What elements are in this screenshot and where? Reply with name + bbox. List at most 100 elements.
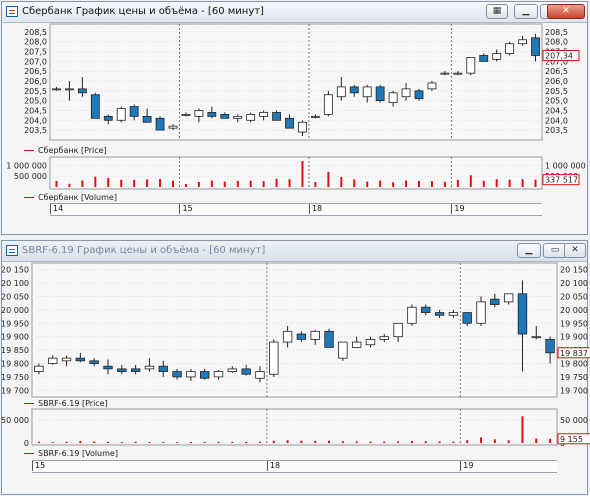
candle-body bbox=[117, 368, 127, 372]
volume-tick-label-right: 1 000 000 bbox=[545, 161, 586, 170]
candle-body bbox=[351, 341, 362, 348]
volume-bar bbox=[405, 180, 408, 187]
volume-bar bbox=[327, 171, 330, 187]
volume-bar bbox=[392, 182, 395, 187]
candle-body bbox=[298, 121, 307, 133]
grid-layout-button[interactable]: ▦ bbox=[486, 4, 508, 19]
candle-body bbox=[393, 322, 403, 338]
candle-body bbox=[158, 365, 168, 372]
volume-bar bbox=[249, 180, 252, 187]
candle-body bbox=[545, 338, 555, 354]
volume-bar bbox=[369, 441, 372, 443]
price-tick-label-right: 19 950 bbox=[560, 319, 588, 328]
volume-bar bbox=[493, 439, 496, 443]
volume-bar bbox=[245, 441, 248, 443]
candle-body bbox=[103, 365, 113, 370]
minimize-button[interactable]: ▁ bbox=[517, 243, 541, 258]
volume-bar bbox=[94, 176, 97, 187]
candle-body bbox=[34, 365, 44, 372]
volume-bar bbox=[203, 442, 206, 443]
volume-bar bbox=[162, 442, 165, 443]
volume-tick-label-left: 500 000 bbox=[14, 172, 47, 181]
last-volume-label: 9 155 bbox=[560, 435, 583, 444]
volume-bar bbox=[383, 441, 386, 443]
price-tick-label-right: 20 100 bbox=[560, 279, 588, 288]
window-titlebar[interactable]: SBRF-6.19 График цены и объёма - [60 мин… bbox=[2, 241, 587, 262]
last-price-label: 207,34 bbox=[545, 51, 573, 60]
volume-bar bbox=[410, 440, 413, 443]
candle-body bbox=[453, 72, 463, 75]
candle-body bbox=[448, 312, 459, 316]
candle-body bbox=[220, 114, 230, 119]
candle-body bbox=[414, 90, 424, 100]
candle-body bbox=[272, 112, 281, 121]
candle-body bbox=[255, 371, 265, 379]
price-legend: SBRF-6.19 [Price] bbox=[24, 399, 108, 408]
candle-body bbox=[466, 57, 476, 74]
price-tick-label-right: 19 800 bbox=[560, 360, 588, 369]
volume-bar bbox=[314, 440, 317, 443]
price-tick-label-right: 20 050 bbox=[560, 292, 588, 301]
candle-body bbox=[116, 108, 126, 121]
volume-bar bbox=[134, 441, 137, 443]
legend-swatch bbox=[24, 453, 34, 454]
price-legend-label: Сбербанк [Price] bbox=[38, 146, 107, 155]
window-title: SBRF-6.19 График цены и объёма - [60 мин… bbox=[22, 245, 266, 256]
candle-body bbox=[476, 301, 486, 324]
candle-body bbox=[421, 306, 431, 313]
volume-bar bbox=[81, 180, 84, 187]
volume-bar bbox=[197, 182, 200, 187]
sberbank-chart-window[interactable]: Сбербанк График цены и объёма - [60 мину… bbox=[1, 1, 588, 235]
volume-bar bbox=[107, 177, 110, 187]
volume-bar bbox=[275, 178, 278, 187]
price-tick-label-right: 20 150 bbox=[560, 266, 588, 275]
volume-bar bbox=[534, 179, 537, 187]
candle-body bbox=[168, 125, 178, 129]
date-axis: 14 15 18 19 bbox=[50, 203, 542, 216]
candle-body bbox=[349, 86, 359, 94]
volume-bar bbox=[120, 179, 123, 187]
candle-body bbox=[194, 110, 204, 117]
price-tick-label-left: 206,0 bbox=[24, 77, 47, 86]
volume-bar bbox=[79, 440, 82, 443]
price-tick-label-left: 19 700 bbox=[1, 386, 29, 395]
candle-body bbox=[427, 82, 437, 90]
candle-body bbox=[336, 86, 346, 98]
candle-body bbox=[362, 86, 372, 98]
sbrf-chart-window[interactable]: SBRF-6.19 График цены и объёма - [60 мин… bbox=[1, 240, 590, 495]
minimize-button[interactable]: ▁ bbox=[514, 4, 538, 19]
price-chart[interactable]: 208,5208,5208,0208,0207,5207,5207,0207,0… bbox=[2, 22, 587, 142]
volume-bar bbox=[223, 181, 226, 187]
volume-tick-label-left: 50 000 bbox=[1, 416, 29, 425]
candle-body bbox=[90, 94, 100, 119]
window-titlebar[interactable]: Сбербанк График цены и объёма - [60 мину… bbox=[2, 2, 587, 23]
candle-body bbox=[181, 114, 191, 116]
candle-body bbox=[172, 371, 182, 378]
candle-body bbox=[144, 365, 155, 370]
volume-bar bbox=[366, 181, 369, 187]
price-tick-label-left: 205,0 bbox=[24, 97, 47, 106]
price-tick-label-right: 204,5 bbox=[545, 106, 568, 115]
candle-body bbox=[285, 117, 294, 129]
date-label: 15 bbox=[179, 204, 193, 214]
candle-body bbox=[310, 330, 320, 340]
price-legend: Сбербанк [Price] bbox=[24, 146, 107, 155]
price-chart[interactable]: 20 150 20 150 20 100 20 100 20 050 20 050 20 0… bbox=[1, 261, 590, 398]
price-tick-label-right: 20 000 bbox=[560, 306, 588, 315]
close-button[interactable]: ✕ bbox=[547, 4, 585, 19]
date-label: 18 bbox=[266, 461, 280, 471]
close-button[interactable]: ✕ bbox=[564, 243, 586, 258]
candle-body bbox=[440, 72, 450, 75]
volume-bar bbox=[341, 441, 344, 443]
volume-legend-label: SBRF-6.19 [Volume] bbox=[38, 449, 118, 458]
date-label: 18 bbox=[308, 204, 322, 214]
volume-chart[interactable]: 50 00050 000009 155 bbox=[1, 408, 590, 448]
price-tick-label-right: 19 700 bbox=[560, 386, 588, 395]
volume-tick-label-left: 0 bbox=[24, 439, 29, 448]
price-tick-label-right: 205,5 bbox=[545, 87, 568, 96]
price-tick-label-left: 20 000 bbox=[1, 306, 29, 315]
volume-plot-area bbox=[31, 408, 558, 446]
volume-bar bbox=[262, 181, 265, 187]
volume-bar bbox=[93, 441, 96, 443]
volume-chart[interactable]: 1 000 0001 000 000500 000500 000337 517 bbox=[2, 156, 587, 191]
